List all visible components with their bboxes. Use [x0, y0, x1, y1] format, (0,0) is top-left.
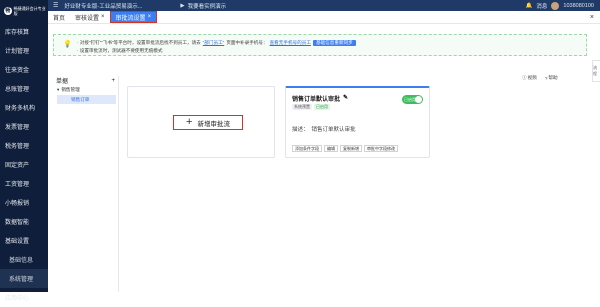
approval-flow-card: 销售订单默认审批 ✎ 系统预置 已启用 已启用 描述： 销售订单默认审批 添加条件…: [285, 86, 430, 158]
sidebar-item[interactable]: 税务管理: [0, 136, 48, 155]
resync-button[interactable]: 基础信息重新同步: [312, 40, 356, 46]
video-help-button[interactable]: ⓘ 视频: [522, 75, 537, 81]
plus-icon: +: [186, 116, 193, 128]
lightbulb-icon: 💡: [63, 41, 72, 48]
copy-new-button[interactable]: 复制新增: [340, 145, 362, 152]
video-label: 视频: [527, 75, 537, 80]
close-all-icon[interactable]: ×: [590, 14, 594, 21]
sidebar-item[interactable]: 财务多机构: [0, 98, 48, 117]
flow-description: 描述： 销售订单默认审批: [292, 125, 356, 133]
add-condition-field-button[interactable]: 添加条件字段: [292, 145, 322, 152]
department-staff-link[interactable]: “部门员工”: [203, 40, 224, 46]
sidebar-item[interactable]: 库存核算: [0, 22, 48, 41]
notice-text: · 对接“钉钉”“飞书”等平台时，设置审批流后找不到员工，请去: [77, 40, 201, 45]
flow-title: 销售订单默认审批 ✎: [292, 94, 348, 103]
desc-value: 销售订单默认审批: [311, 127, 356, 133]
tree-header: 单据 +: [53, 76, 118, 86]
sidebar-item[interactable]: 系统管理: [0, 269, 48, 288]
sidebar-item[interactable]: 发票管理: [0, 117, 48, 136]
logo-text: 畅捷通好会计专业版: [13, 6, 46, 16]
play-icon: ▶: [180, 2, 185, 9]
staff-without-phone-link[interactable]: 查看无手机号的员工: [270, 40, 311, 46]
sidebar-item[interactable]: 计划管理: [0, 41, 48, 60]
demo-label: 我要看实例演示: [187, 3, 227, 10]
toolbar: ⓘ 视频 ? 帮助: [522, 75, 558, 81]
edit-button[interactable]: 编辑: [324, 145, 338, 152]
top-bar: ☰ 好业财专业版-工业品贸易演示... ▶ 我要看实例演示 🔔 消息 10380…: [48, 0, 600, 11]
tab-approval-flow-label: 审批流设置: [115, 15, 146, 22]
tree-group-label: 销售管理: [61, 86, 80, 92]
sidebar-item[interactable]: 基础设置: [0, 231, 48, 250]
tab-approval-flow-settings[interactable]: 审批流设置 ×: [109, 11, 158, 23]
sidebar-item[interactable]: 应用中心: [0, 288, 48, 307]
sidebar-item[interactable]: 固定资产: [0, 155, 48, 174]
app-logo: 畅 畅捷通好会计专业版: [0, 0, 48, 22]
user-phone[interactable]: 1038080100: [563, 3, 594, 9]
document-tree: 单据 + ▾ 销售管理 销售订单: [53, 76, 119, 292]
notice-line-1: · 对接“钉钉”“飞书”等平台时，设置审批流后找不到员工，请去 “部门员工” 页…: [77, 40, 356, 46]
notice-text: 页面中补录手机号：: [226, 40, 268, 45]
sidebar-item[interactable]: 数据智能: [0, 212, 48, 231]
modify-fields-in-approval-button[interactable]: 审批中字段修改: [364, 145, 398, 152]
tab-home[interactable]: 首页: [48, 11, 70, 23]
toggle-knob: [415, 96, 422, 103]
notice-line-2: · 设置审批流时，测试器不要使用无痕模式: [77, 48, 163, 53]
sidebar-item[interactable]: 小畅报销: [0, 193, 48, 212]
close-icon[interactable]: ×: [148, 14, 152, 20]
side-flow-button[interactable]: 流程: [592, 60, 600, 82]
help-icon: ?: [544, 75, 548, 81]
tab-home-label: 首页: [53, 15, 66, 22]
desc-label: 描述：: [292, 127, 309, 133]
messages-label[interactable]: 消息: [536, 2, 547, 10]
tree-group-sales[interactable]: ▾ 销售管理: [53, 85, 118, 94]
flow-actions: 添加条件字段 编辑 复制新增 审批中字段修改: [292, 145, 398, 152]
add-approval-flow-button[interactable]: + 新增审批流: [173, 115, 243, 130]
logo-mark-icon: 畅: [4, 7, 12, 15]
tab-audit-settings-label: 审核设置: [75, 15, 100, 22]
system-preset-badge: 系统预置: [292, 104, 312, 110]
flow-tags: 系统预置 已启用: [292, 104, 330, 110]
sidebar: 畅 畅捷通好会计专业版 库存核算 计划管理 往来资金 总账管理 财务多机构 发票管理 税务管…: [0, 0, 48, 302]
sidebar-item[interactable]: 工资管理: [0, 174, 48, 193]
demo-link[interactable]: ▶ 我要看实例演示: [180, 2, 226, 10]
sidebar-item[interactable]: 总账管理: [0, 79, 48, 98]
help-button[interactable]: ? 帮助: [545, 75, 558, 81]
add-icon[interactable]: +: [111, 78, 115, 84]
close-icon[interactable]: ×: [101, 14, 105, 20]
sidebar-item[interactable]: 往来资金: [0, 60, 48, 79]
help-label: 帮助: [548, 75, 558, 80]
enable-toggle[interactable]: 已启用: [402, 95, 423, 104]
bell-icon[interactable]: 🔔: [526, 3, 533, 9]
info-icon: ⓘ: [522, 75, 527, 80]
tree-item-sales-order[interactable]: 销售订单: [57, 95, 116, 104]
edit-icon[interactable]: ✎: [343, 94, 348, 103]
tab-bar: 首页 审核设置 × 审批流设置 × ×: [48, 11, 600, 24]
new-approval-card[interactable]: + 新增审批流: [127, 86, 275, 158]
flow-title-text: 销售订单默认审批: [292, 97, 341, 103]
sidebar-item[interactable]: 基础信息: [0, 250, 48, 269]
notice-banner: 💡 · 对接“钉钉”“飞书”等平台时，设置审批流后找不到员工，请去 “部门员工”…: [53, 34, 587, 56]
add-approval-flow-label: 新增审批流: [197, 120, 230, 128]
avatar[interactable]: [551, 1, 560, 10]
top-bar-right: 🔔 消息 1038080100: [526, 1, 594, 10]
sidebar-nav: 库存核算 计划管理 往来资金 总账管理 财务多机构 发票管理 税务管理 固定资产 工资管理 小畅报…: [0, 22, 48, 307]
caret-down-icon: ▾: [57, 86, 60, 92]
enabled-badge: 已启用: [314, 104, 330, 110]
tree-title: 单据: [56, 79, 69, 85]
menu-icon[interactable]: ☰: [53, 2, 58, 9]
tab-audit-settings[interactable]: 审核设置 ×: [70, 11, 110, 23]
company-selector[interactable]: 好业财专业版-工业品贸易演示...: [64, 2, 164, 10]
